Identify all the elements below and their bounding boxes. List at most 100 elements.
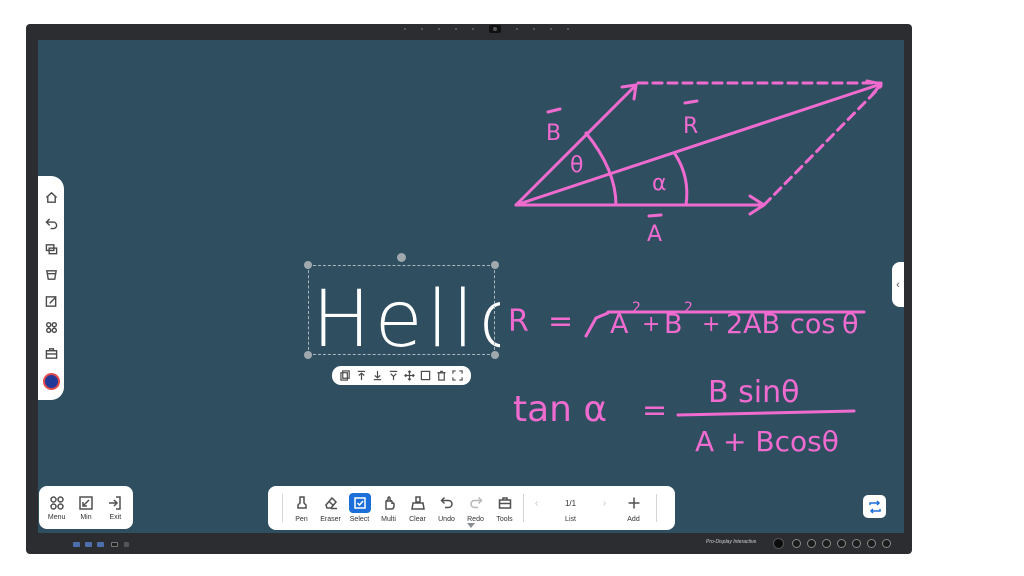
clear-icon bbox=[410, 496, 425, 510]
theta-arc bbox=[584, 131, 618, 207]
bring-to-front-icon[interactable] bbox=[355, 369, 368, 382]
tools-label: Tools bbox=[496, 516, 513, 523]
back-icon[interactable] bbox=[41, 213, 61, 233]
pen-button[interactable]: Pen bbox=[287, 493, 316, 523]
fraction-bar bbox=[676, 409, 856, 417]
system-toolbar: Menu Min Exit bbox=[39, 486, 133, 529]
chevron-left-icon[interactable]: ‹ bbox=[531, 498, 543, 509]
move-icon[interactable] bbox=[403, 369, 416, 382]
label-alpha: α bbox=[652, 171, 667, 196]
exit-button[interactable]: Exit bbox=[101, 495, 129, 521]
min-button[interactable]: Min bbox=[72, 495, 100, 521]
tools-button[interactable]: Tools bbox=[490, 493, 519, 523]
redo-icon bbox=[469, 496, 483, 509]
sensor-dot bbox=[516, 28, 518, 30]
delete-icon[interactable] bbox=[435, 369, 448, 382]
send-to-back-icon[interactable] bbox=[371, 369, 384, 382]
eq1-b: B bbox=[664, 309, 683, 340]
eq1-plus1: + bbox=[642, 312, 660, 337]
minimize-icon bbox=[79, 495, 93, 510]
menu-icon bbox=[49, 495, 64, 510]
rotate-handle[interactable] bbox=[397, 253, 406, 262]
undo-button[interactable]: Undo bbox=[432, 493, 461, 523]
toolbar-divider bbox=[523, 494, 524, 522]
usb-port bbox=[85, 542, 92, 547]
control-button[interactable] bbox=[807, 539, 816, 548]
switch-toolbar-button[interactable] bbox=[863, 495, 886, 518]
whiteboard-screen[interactable]: B R A θ α R = A 2 + B 2 + 2AB cos θ tan … bbox=[38, 40, 904, 533]
frame-icon[interactable] bbox=[419, 369, 432, 382]
eq1-theta: θ bbox=[842, 309, 859, 340]
windows-icon[interactable] bbox=[41, 239, 61, 259]
control-button[interactable] bbox=[852, 539, 861, 548]
hdmi-port bbox=[97, 542, 104, 547]
select-button[interactable]: Select bbox=[345, 493, 374, 523]
pen-icon bbox=[296, 496, 307, 509]
power-button[interactable] bbox=[773, 538, 784, 549]
expand-panel-tab[interactable]: ‹ bbox=[892, 262, 904, 307]
eq1-equals: = bbox=[548, 304, 573, 339]
exit-label: Exit bbox=[109, 513, 122, 521]
eq2-lhs: tan α bbox=[513, 389, 607, 430]
touch-port bbox=[111, 542, 118, 547]
exit-icon bbox=[109, 495, 122, 510]
toolbar-divider bbox=[282, 494, 283, 522]
select-label: Select bbox=[349, 516, 370, 523]
redo-button[interactable]: Redo bbox=[461, 493, 490, 523]
resize-handle-bottom-right[interactable] bbox=[491, 351, 499, 359]
usb-port bbox=[73, 542, 80, 547]
eq1-b-exp: 2 bbox=[684, 300, 693, 316]
copy-icon[interactable] bbox=[339, 369, 352, 382]
clear-button[interactable]: Clear bbox=[403, 493, 432, 523]
sensor-dot bbox=[404, 28, 406, 30]
source-icon[interactable] bbox=[41, 265, 61, 285]
add-page-button[interactable]: Add bbox=[619, 493, 648, 523]
control-button[interactable] bbox=[837, 539, 846, 548]
selection-toolbar bbox=[332, 366, 471, 385]
redo-label: Redo bbox=[467, 516, 484, 523]
home-icon[interactable] bbox=[41, 187, 61, 207]
list-label: List bbox=[565, 516, 576, 523]
sensor-dot bbox=[533, 28, 535, 30]
bezel-bottom-strip: Pro-Display Interactive bbox=[26, 535, 912, 554]
multi-label: Multi bbox=[381, 516, 396, 523]
vector-b-line bbox=[514, 83, 638, 207]
plus-icon bbox=[628, 497, 639, 509]
eraser-button[interactable]: Eraser bbox=[316, 493, 345, 523]
multi-button[interactable]: Multi bbox=[374, 493, 403, 523]
resize-handle-top-left[interactable] bbox=[304, 261, 312, 269]
eq1-2ab: 2AB bbox=[726, 309, 780, 340]
vector-r-line bbox=[514, 82, 883, 207]
eraser-icon bbox=[324, 496, 337, 510]
eq2-denominator: A + Bcosθ bbox=[695, 425, 839, 458]
control-button[interactable] bbox=[792, 539, 801, 548]
apps-icon[interactable] bbox=[41, 317, 61, 337]
label-a: A bbox=[647, 222, 662, 247]
toolbox-icon[interactable] bbox=[41, 343, 61, 363]
annotate-icon[interactable] bbox=[41, 291, 61, 311]
page-list[interactable]: ‹ 1/1 › List bbox=[528, 493, 613, 524]
control-button[interactable] bbox=[867, 539, 876, 548]
pin-icon[interactable] bbox=[387, 369, 400, 382]
resize-handle-top-right[interactable] bbox=[491, 261, 499, 269]
select-icon bbox=[353, 497, 366, 509]
menu-button[interactable]: Menu bbox=[43, 495, 71, 521]
sensor-dot bbox=[472, 28, 474, 30]
resize-handle-bottom-left[interactable] bbox=[304, 351, 312, 359]
tools-icon bbox=[498, 497, 511, 509]
clear-label: Clear bbox=[409, 516, 426, 523]
eq1-a: A bbox=[610, 309, 629, 340]
chevron-right-icon[interactable]: › bbox=[599, 498, 611, 509]
label-b: B bbox=[546, 121, 561, 146]
fullscreen-icon[interactable] bbox=[451, 369, 464, 382]
control-button[interactable] bbox=[822, 539, 831, 548]
eq2-equals: = bbox=[642, 393, 667, 428]
eq1-lhs: R bbox=[508, 304, 529, 339]
side-toolbar bbox=[38, 176, 64, 400]
selection-frame[interactable] bbox=[308, 265, 495, 355]
sensor-dot bbox=[550, 28, 552, 30]
avatar-icon[interactable] bbox=[42, 373, 60, 390]
collapse-toolbar-caret[interactable] bbox=[467, 523, 475, 528]
swap-icon bbox=[868, 499, 881, 514]
control-button[interactable] bbox=[882, 539, 891, 548]
